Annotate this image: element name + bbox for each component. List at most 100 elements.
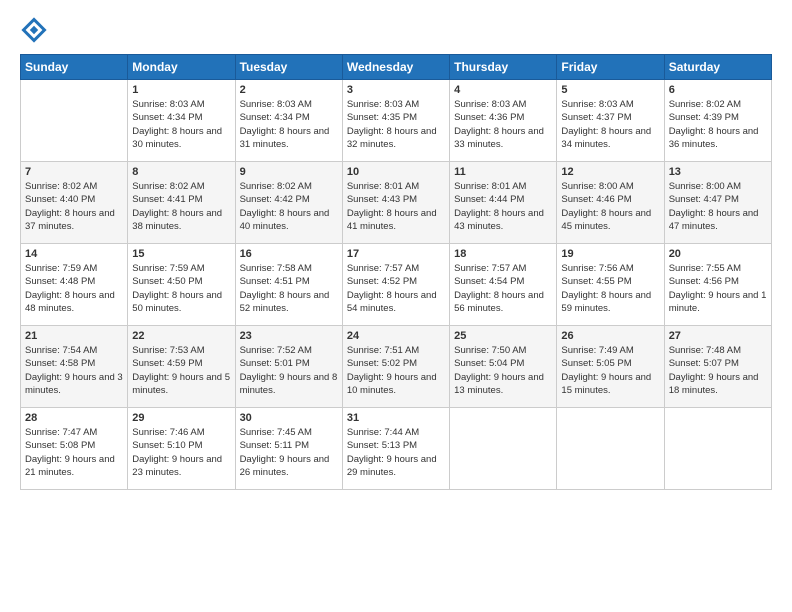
day-number: 10: [347, 166, 445, 178]
calendar-cell: 18Sunrise: 7:57 AMSunset: 4:54 PMDayligh…: [450, 244, 557, 326]
day-info: Sunrise: 7:51 AMSunset: 5:02 PMDaylight:…: [347, 344, 445, 397]
calendar-cell: 8 Sunrise: 8:02 AMSunset: 4:41 PMDaylight…: [128, 162, 235, 244]
week-row-1: 1 Sunrise: 8:03 AMSunset: 4:34 PMDaylight…: [21, 80, 772, 162]
calendar-cell: 27 Sunrise: 7:48 AMSunset: 5:07 PMDayligh…: [664, 326, 771, 408]
day-info: Sunrise: 7:47 AMSunset: 5:08 PMDaylight:…: [25, 426, 123, 479]
calendar-cell: 1 Sunrise: 8:03 AMSunset: 4:34 PMDaylight…: [128, 80, 235, 162]
day-info: Sunrise: 7:55 AMSunset: 4:56 PMDaylight:…: [669, 262, 767, 315]
calendar-cell: 3 Sunrise: 8:03 AMSunset: 4:35 PMDaylight…: [342, 80, 449, 162]
calendar-cell: 5 Sunrise: 8:03 AMSunset: 4:37 PMDaylight…: [557, 80, 664, 162]
calendar-cell: [450, 408, 557, 490]
calendar-cell: 31 Sunrise: 7:44 AMSunset: 5:13 PMDayligh…: [342, 408, 449, 490]
day-number: 11: [454, 166, 552, 178]
day-info: Sunrise: 8:03 AMSunset: 4:37 PMDaylight:…: [561, 98, 659, 151]
day-info: Sunrise: 8:00 AMSunset: 4:46 PMDaylight:…: [561, 180, 659, 233]
day-info: Sunrise: 7:59 AMSunset: 4:50 PMDaylight:…: [132, 262, 230, 315]
calendar-cell: 19Sunrise: 7:56 AMSunset: 4:55 PMDayligh…: [557, 244, 664, 326]
day-info: Sunrise: 8:01 AMSunset: 4:43 PMDaylight:…: [347, 180, 445, 233]
day-number: 27: [669, 330, 767, 342]
calendar-cell: 24Sunrise: 7:51 AMSunset: 5:02 PMDayligh…: [342, 326, 449, 408]
calendar-cell: 13 Sunrise: 8:00 AMSunset: 4:47 PMDayligh…: [664, 162, 771, 244]
calendar-cell: 25Sunrise: 7:50 AMSunset: 5:04 PMDayligh…: [450, 326, 557, 408]
day-number: 30: [240, 412, 338, 424]
day-number: 5: [561, 84, 659, 96]
day-number: 12: [561, 166, 659, 178]
day-info: Sunrise: 7:48 AMSunset: 5:07 PMDaylight:…: [669, 344, 767, 397]
calendar-cell: 21Sunrise: 7:54 AMSunset: 4:58 PMDayligh…: [21, 326, 128, 408]
day-info: Sunrise: 7:57 AMSunset: 4:54 PMDaylight:…: [454, 262, 552, 315]
day-info: Sunrise: 8:03 AMSunset: 4:36 PMDaylight:…: [454, 98, 552, 151]
day-info: Sunrise: 7:46 AMSunset: 5:10 PMDaylight:…: [132, 426, 230, 479]
calendar-cell: 30 Sunrise: 7:45 AMSunset: 5:11 PMDayligh…: [235, 408, 342, 490]
day-number: 9: [240, 166, 338, 178]
day-info: Sunrise: 8:03 AMSunset: 4:34 PMDaylight:…: [240, 98, 338, 151]
day-info: Sunrise: 8:02 AMSunset: 4:41 PMDaylight:…: [132, 180, 230, 233]
day-info: Sunrise: 7:45 AMSunset: 5:11 PMDaylight:…: [240, 426, 338, 479]
calendar-cell: 22 Sunrise: 7:53 AMSunset: 4:59 PMDayligh…: [128, 326, 235, 408]
weekday-header-saturday: Saturday: [664, 55, 771, 80]
header: [20, 16, 772, 44]
day-number: 23: [240, 330, 338, 342]
calendar-cell: 26Sunrise: 7:49 AMSunset: 5:05 PMDayligh…: [557, 326, 664, 408]
week-row-2: 7Sunrise: 8:02 AMSunset: 4:40 PMDaylight…: [21, 162, 772, 244]
day-number: 20: [669, 248, 767, 260]
week-row-4: 21Sunrise: 7:54 AMSunset: 4:58 PMDayligh…: [21, 326, 772, 408]
weekday-header-tuesday: Tuesday: [235, 55, 342, 80]
calendar-cell: 11Sunrise: 8:01 AMSunset: 4:44 PMDayligh…: [450, 162, 557, 244]
calendar-cell: 15 Sunrise: 7:59 AMSunset: 4:50 PMDayligh…: [128, 244, 235, 326]
day-number: 8: [132, 166, 230, 178]
day-info: Sunrise: 7:49 AMSunset: 5:05 PMDaylight:…: [561, 344, 659, 397]
day-number: 6: [669, 84, 767, 96]
day-number: 28: [25, 412, 123, 424]
day-number: 21: [25, 330, 123, 342]
day-number: 4: [454, 84, 552, 96]
weekday-header-wednesday: Wednesday: [342, 55, 449, 80]
day-info: Sunrise: 7:53 AMSunset: 4:59 PMDaylight:…: [132, 344, 230, 397]
day-number: 3: [347, 84, 445, 96]
calendar-cell: [557, 408, 664, 490]
calendar-cell: 29 Sunrise: 7:46 AMSunset: 5:10 PMDayligh…: [128, 408, 235, 490]
weekday-header-thursday: Thursday: [450, 55, 557, 80]
day-number: 16: [240, 248, 338, 260]
calendar-body: 1 Sunrise: 8:03 AMSunset: 4:34 PMDaylight…: [21, 80, 772, 490]
page: SundayMondayTuesdayWednesdayThursdayFrid…: [0, 0, 792, 612]
weekday-row: SundayMondayTuesdayWednesdayThursdayFrid…: [21, 55, 772, 80]
day-number: 13: [669, 166, 767, 178]
calendar-cell: 14Sunrise: 7:59 AMSunset: 4:48 PMDayligh…: [21, 244, 128, 326]
calendar-table: SundayMondayTuesdayWednesdayThursdayFrid…: [20, 54, 772, 490]
calendar-cell: 9 Sunrise: 8:02 AMSunset: 4:42 PMDaylight…: [235, 162, 342, 244]
day-number: 29: [132, 412, 230, 424]
day-number: 15: [132, 248, 230, 260]
weekday-header-sunday: Sunday: [21, 55, 128, 80]
calendar-cell: 23 Sunrise: 7:52 AMSunset: 5:01 PMDayligh…: [235, 326, 342, 408]
day-number: 22: [132, 330, 230, 342]
logo-icon: [20, 16, 48, 44]
week-row-3: 14Sunrise: 7:59 AMSunset: 4:48 PMDayligh…: [21, 244, 772, 326]
day-number: 1: [132, 84, 230, 96]
day-info: Sunrise: 7:52 AMSunset: 5:01 PMDaylight:…: [240, 344, 338, 397]
calendar-cell: 4 Sunrise: 8:03 AMSunset: 4:36 PMDaylight…: [450, 80, 557, 162]
day-number: 25: [454, 330, 552, 342]
calendar-cell: 6 Sunrise: 8:02 AMSunset: 4:39 PMDaylight…: [664, 80, 771, 162]
day-info: Sunrise: 8:02 AMSunset: 4:42 PMDaylight:…: [240, 180, 338, 233]
calendar-cell: 12 Sunrise: 8:00 AMSunset: 4:46 PMDayligh…: [557, 162, 664, 244]
day-info: Sunrise: 8:03 AMSunset: 4:35 PMDaylight:…: [347, 98, 445, 151]
calendar-cell: 17Sunrise: 7:57 AMSunset: 4:52 PMDayligh…: [342, 244, 449, 326]
week-row-5: 28 Sunrise: 7:47 AMSunset: 5:08 PMDayligh…: [21, 408, 772, 490]
calendar-cell: 16Sunrise: 7:58 AMSunset: 4:51 PMDayligh…: [235, 244, 342, 326]
calendar-header: SundayMondayTuesdayWednesdayThursdayFrid…: [21, 55, 772, 80]
day-info: Sunrise: 8:02 AMSunset: 4:40 PMDaylight:…: [25, 180, 123, 233]
day-number: 17: [347, 248, 445, 260]
day-info: Sunrise: 8:02 AMSunset: 4:39 PMDaylight:…: [669, 98, 767, 151]
weekday-header-friday: Friday: [557, 55, 664, 80]
calendar-cell: 10 Sunrise: 8:01 AMSunset: 4:43 PMDayligh…: [342, 162, 449, 244]
day-info: Sunrise: 7:59 AMSunset: 4:48 PMDaylight:…: [25, 262, 123, 315]
day-info: Sunrise: 7:56 AMSunset: 4:55 PMDaylight:…: [561, 262, 659, 315]
day-number: 31: [347, 412, 445, 424]
day-info: Sunrise: 7:44 AMSunset: 5:13 PMDaylight:…: [347, 426, 445, 479]
calendar-cell: [21, 80, 128, 162]
day-info: Sunrise: 8:00 AMSunset: 4:47 PMDaylight:…: [669, 180, 767, 233]
calendar-cell: 2Sunrise: 8:03 AMSunset: 4:34 PMDaylight…: [235, 80, 342, 162]
day-info: Sunrise: 8:03 AMSunset: 4:34 PMDaylight:…: [132, 98, 230, 151]
calendar-cell: 28 Sunrise: 7:47 AMSunset: 5:08 PMDayligh…: [21, 408, 128, 490]
